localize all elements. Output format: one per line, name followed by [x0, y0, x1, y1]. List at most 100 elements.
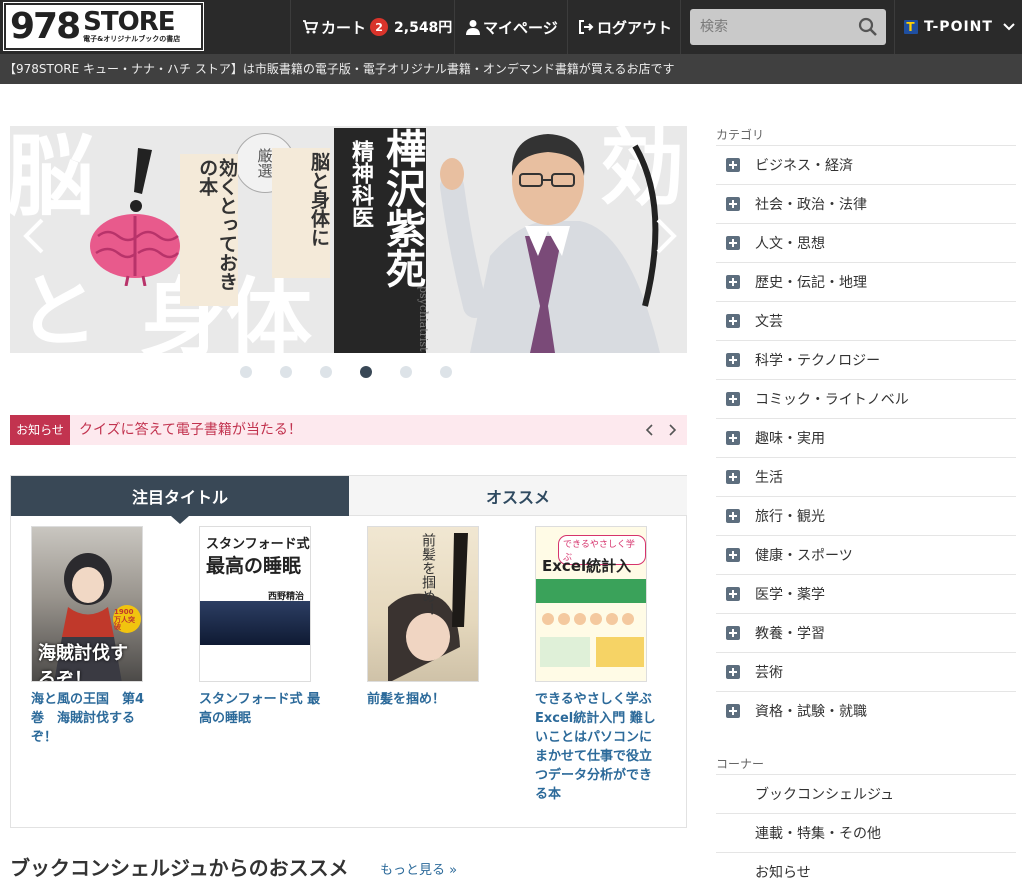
cart-button[interactable]: カート 2 2,548円: [302, 0, 452, 54]
category-label: 教養・学習: [755, 626, 825, 642]
category-item[interactable]: ビジネス・経済: [716, 145, 1016, 184]
cart-icon: [303, 20, 318, 34]
store-logo[interactable]: 978 STORE 電子&オリジナルブックの書店: [3, 2, 204, 51]
carousel-dot[interactable]: [280, 366, 292, 378]
cart-total: 2,548円: [394, 20, 453, 36]
book-item[interactable]: 前髪を掴め！ 前髪を掴め！: [367, 526, 497, 709]
category-list: ビジネス・経済 社会・政治・法律 人文・思想 歴史・伝記・地理 文芸 科学・テク…: [716, 145, 1016, 730]
brain-illustration-icon: [90, 214, 180, 286]
site-tagline: 【978STORE キュー・ナナ・ハチ ストア】は市販書籍の電子版・電子オリジナ…: [0, 54, 1022, 84]
hero-bg-text: 脳: [10, 126, 95, 228]
nav-divider: [290, 0, 291, 54]
notice-bar: お知らせ クイズに答えて電子書籍が当たる！: [10, 415, 687, 445]
search-input[interactable]: [690, 9, 850, 45]
plus-icon: [726, 704, 740, 718]
search-box: [690, 9, 886, 45]
tab-featured-titles[interactable]: 注目タイトル: [11, 476, 349, 516]
category-label: 芸術: [755, 665, 783, 681]
book-title-link[interactable]: 海と風の王国 第4巻 海賊討伐するぞ！: [31, 690, 155, 747]
book-item[interactable]: できるやさしく学ぶ Excel統計入門 できるやさしく学ぶ Excel統計入門 …: [535, 526, 665, 804]
category-label: ビジネス・経済: [755, 158, 853, 174]
carousel-dot[interactable]: [440, 366, 452, 378]
book-cover-art: [540, 613, 644, 667]
hero-romaji: psychiatrist Shion Kabasawa: [417, 286, 430, 353]
logout-button[interactable]: ログアウト: [578, 0, 672, 54]
plus-icon: [726, 236, 740, 250]
corner-item[interactable]: ブックコンシェルジュ: [716, 774, 1016, 813]
category-item[interactable]: 健康・スポーツ: [716, 535, 1016, 574]
plus-icon: [726, 431, 740, 445]
featured-tabs-panel: 注目タイトル オススメ 海賊討伐するぞ！ 1900万人突破 海と風の王国 第4巻…: [10, 475, 687, 828]
carousel-dot[interactable]: [240, 366, 252, 378]
book-title-link[interactable]: 前髪を掴め！: [367, 690, 491, 709]
notice-link[interactable]: クイズに答えて電子書籍が当たる！: [79, 415, 302, 445]
category-label: 医学・薬学: [755, 587, 825, 603]
category-item[interactable]: 資格・試験・就職: [716, 691, 1016, 730]
hero-bg-text: と: [18, 264, 98, 353]
category-item[interactable]: コミック・ライトノベル: [716, 379, 1016, 418]
category-item[interactable]: 文芸: [716, 301, 1016, 340]
hero-carousel[interactable]: 脳 と 身体 効 厳選 効くとっておきの本 脳と身体に 樺沢紫苑 精神科医 ps…: [10, 126, 687, 353]
category-heading: カテゴリ: [716, 128, 765, 142]
notice-prev-icon[interactable]: [642, 422, 658, 438]
hero-card-text: 効くとっておきの本: [180, 154, 238, 306]
corner-heading: コーナー: [716, 757, 765, 771]
search-icon[interactable]: [858, 17, 878, 37]
tpoint-logo-icon: T: [904, 20, 918, 34]
mypage-button[interactable]: マイページ: [466, 0, 558, 54]
author-photo: [440, 134, 660, 353]
category-item[interactable]: 医学・薬学: [716, 574, 1016, 613]
logout-icon: [579, 20, 594, 34]
carousel-prev-icon[interactable]: [20, 216, 50, 256]
carousel-dot-active[interactable]: [360, 366, 372, 378]
plus-icon: [726, 509, 740, 523]
plus-icon: [726, 665, 740, 679]
corner-item[interactable]: お知らせ: [716, 852, 1016, 891]
tpoint-menu[interactable]: T T-POINT: [904, 0, 1015, 54]
category-label: コミック・ライトノベル: [755, 392, 909, 408]
book-cover-text: スタンフォード式: [206, 537, 310, 552]
book-cover[interactable]: 海賊討伐するぞ！ 1900万人突破: [31, 526, 143, 682]
book-cover[interactable]: スタンフォード式 最高の睡眠 西野精治: [199, 526, 311, 682]
see-more-link[interactable]: もっと見る »: [380, 859, 457, 878]
category-item[interactable]: 教養・学習: [716, 613, 1016, 652]
carousel-next-icon[interactable]: [650, 216, 680, 256]
carousel-dot[interactable]: [320, 366, 332, 378]
category-item[interactable]: 旅行・観光: [716, 496, 1016, 535]
hero-card-text: 脳と身体に: [272, 148, 330, 278]
category-label: 資格・試験・就職: [755, 704, 867, 720]
chevron-down-icon: [1003, 23, 1015, 31]
mypage-label: マイページ: [483, 18, 558, 37]
book-cover-text: 最高の睡眠: [206, 555, 302, 577]
notice-label: お知らせ: [10, 415, 70, 445]
tab-recommended[interactable]: オススメ: [349, 476, 687, 516]
book-cover[interactable]: できるやさしく学ぶ Excel統計入門: [535, 526, 647, 682]
category-item[interactable]: 社会・政治・法律: [716, 184, 1016, 223]
logo-store-text: STORE: [83, 7, 175, 38]
book-item[interactable]: 海賊討伐するぞ！ 1900万人突破 海と風の王国 第4巻 海賊討伐するぞ！: [31, 526, 161, 747]
category-item[interactable]: 趣味・実用: [716, 418, 1016, 457]
category-item[interactable]: 科学・テクノロジー: [716, 340, 1016, 379]
book-title-link[interactable]: スタンフォード式 最高の睡眠: [199, 690, 323, 728]
nav-divider: [454, 0, 455, 54]
book-title-link[interactable]: できるやさしく学ぶ Excel統計入門 難しいことはパソコンにまかせて仕事で役立…: [535, 690, 659, 804]
plus-icon: [726, 314, 740, 328]
carousel-dots: [0, 366, 700, 380]
notice-next-icon[interactable]: [664, 422, 680, 438]
carousel-dot[interactable]: [400, 366, 412, 378]
user-icon: [466, 20, 480, 35]
nav-divider: [680, 0, 681, 54]
category-item[interactable]: 芸術: [716, 652, 1016, 691]
plus-icon: [726, 275, 740, 289]
category-item[interactable]: 人文・思想: [716, 223, 1016, 262]
book-cover[interactable]: 前髪を掴め！: [367, 526, 479, 682]
corner-item[interactable]: 連載・特集・その他: [716, 813, 1016, 852]
book-cover-badge: 1900万人突破: [114, 608, 135, 632]
corner-list: ブックコンシェルジュ 連載・特集・その他 お知らせ: [716, 774, 1016, 891]
category-item[interactable]: 歴史・伝記・地理: [716, 262, 1016, 301]
category-label: 社会・政治・法律: [755, 197, 867, 213]
active-tab-caret: [171, 516, 189, 524]
category-item[interactable]: 生活: [716, 457, 1016, 496]
plus-icon: [726, 470, 740, 484]
book-item[interactable]: スタンフォード式 最高の睡眠 西野精治 スタンフォード式 最高の睡眠: [199, 526, 329, 728]
